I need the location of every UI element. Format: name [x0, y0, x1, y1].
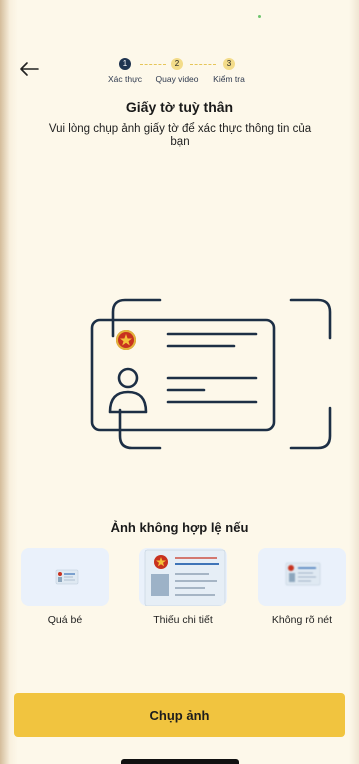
page-subtitle: Vui lòng chụp ảnh giấy tờ để xác thực th…: [48, 123, 312, 148]
example-caption: Thiếu chi tiết: [153, 614, 213, 626]
id-card-illustration: [90, 298, 332, 450]
step-label: Quay video: [155, 74, 199, 84]
progress-stepper: 1 Xác thực 2 Quay video 3 Kiểm tra: [103, 58, 263, 90]
invalid-photo-heading: Ảnh không hợp lệ nếu: [110, 520, 249, 535]
example-thumbnail: [21, 548, 109, 606]
home-indicator: [121, 759, 239, 764]
status-indicator-dot: [258, 15, 261, 18]
example-thumbnail: [258, 548, 346, 606]
step-label: Xác thực: [107, 74, 143, 84]
step-number: 2: [171, 58, 183, 70]
example-blurry: Không rõ nét: [257, 548, 347, 626]
example-too-small: Quá bé: [20, 548, 110, 626]
step-review: 3 Kiểm tra: [199, 58, 259, 84]
back-button[interactable]: [18, 60, 40, 78]
take-photo-button[interactable]: Chụp ảnh: [14, 693, 345, 737]
step-number: 3: [223, 58, 235, 70]
arrow-left-icon: [20, 62, 39, 76]
step-number: 1: [119, 58, 131, 70]
step-record-video: 2 Quay video: [147, 58, 207, 84]
page-title: Giấy tờ tuỳ thân: [125, 99, 234, 115]
example-caption: Không rõ nét: [271, 614, 333, 626]
step-label: Kiểm tra: [213, 74, 245, 84]
example-caption: Quá bé: [47, 614, 83, 626]
example-missing-details: Thiếu chi tiết: [138, 548, 228, 626]
invalid-examples: Quá bé Thiếu chi tiết Không rõ nét: [20, 548, 347, 628]
example-thumbnail: [139, 548, 227, 606]
step-verify: 1 Xác thực: [95, 58, 155, 84]
